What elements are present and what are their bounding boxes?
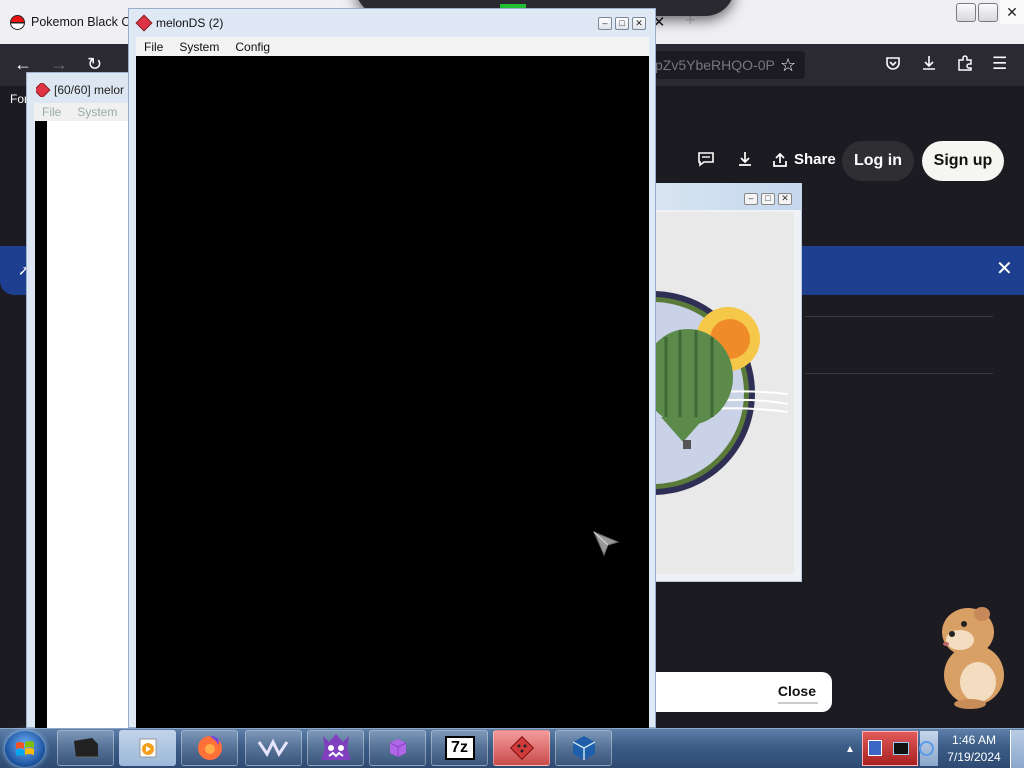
signup-button[interactable]: Sign up (922, 141, 1004, 181)
tab-pokemon[interactable]: Pokemon Black Cl (6, 6, 128, 38)
melonds-close-button[interactable]: ✕ (632, 17, 646, 30)
menu-file[interactable]: File (42, 105, 61, 119)
virtualbox-icon (572, 736, 595, 760)
melonds-small-title: [60/60] melor (54, 83, 125, 97)
share-button[interactable]: Share (772, 151, 836, 168)
melonds-taskbar-icon (509, 735, 534, 761)
melonds-titlebar[interactable]: melonDS (2) (135, 14, 224, 32)
melonds-title: melonDS (2) (156, 16, 224, 30)
download-icon[interactable] (920, 54, 938, 77)
taskbar-melonds[interactable] (493, 730, 550, 766)
taskbar-media-center[interactable] (57, 730, 114, 766)
melonds-minimize-button[interactable]: – (598, 17, 612, 30)
cube-icon (389, 739, 406, 757)
network-icon[interactable] (919, 741, 934, 756)
firefox-icon (197, 736, 222, 760)
share-label: Share (794, 151, 836, 168)
maximize-button[interactable] (978, 3, 998, 22)
system-clock[interactable]: 1:46 AM 7/19/2024 (940, 732, 1008, 766)
taskbar-virtualbox[interactable] (555, 730, 612, 766)
viewer-maximize-button[interactable]: □ (761, 193, 775, 205)
melonds-small-titlebar[interactable]: [60/60] melor (36, 83, 128, 97)
close-button[interactable]: Close (656, 672, 832, 712)
extensions-icon[interactable] (956, 54, 974, 77)
menu-file[interactable]: File (136, 40, 171, 54)
emulator-screen[interactable] (136, 56, 649, 728)
viewer-minimize-button[interactable]: – (744, 193, 758, 205)
viewer-close-button[interactable]: ✕ (778, 193, 792, 205)
melonds-maximize-button[interactable]: □ (615, 17, 629, 30)
pokeball-icon (10, 14, 25, 30)
banner-close-icon[interactable]: ✕ (996, 256, 1013, 281)
share-icon (773, 152, 787, 167)
desktop-pet-hamster[interactable] (930, 600, 1014, 710)
taskbar-game-app[interactable] (307, 730, 364, 766)
taskbar-app-logo[interactable] (245, 730, 302, 766)
game-app-icon (320, 734, 351, 760)
media-center-icon (73, 738, 98, 758)
melonds-small-content (47, 121, 129, 728)
taskbar-firefox[interactable] (181, 730, 238, 766)
menu-system[interactable]: System (171, 40, 227, 54)
comment-icon[interactable] (697, 150, 715, 173)
balloon-image (656, 212, 794, 574)
pocket-icon[interactable] (884, 54, 902, 77)
page-download-icon[interactable] (736, 150, 754, 173)
close-underline (778, 702, 818, 704)
app-logo-icon (257, 738, 288, 757)
show-desktop-button[interactable] (1010, 730, 1024, 768)
divider (805, 316, 993, 317)
7zip-icon: 7z (444, 736, 475, 760)
melonds-menubar: File System Config (136, 37, 649, 56)
menu-config[interactable]: Config (227, 40, 278, 54)
menu-system[interactable]: System (77, 105, 117, 119)
clock-date: 7/19/2024 (947, 750, 1001, 764)
tray-monitor-icon[interactable] (893, 742, 909, 755)
melonds-small-screen (35, 121, 47, 728)
taskbar-media-player[interactable] (119, 730, 176, 766)
melonds-icon (36, 83, 51, 97)
mouse-cursor-icon (592, 530, 620, 561)
window-close-button[interactable]: ✕ (1000, 0, 1024, 24)
media-player-icon (139, 738, 156, 758)
login-button[interactable]: Log in (842, 141, 914, 181)
hamburger-menu-icon[interactable]: ☰ (992, 54, 1007, 74)
tray-expand-icon[interactable]: ▲ (845, 744, 855, 755)
minimize-button[interactable] (956, 3, 976, 22)
tray-app-icon[interactable] (868, 740, 882, 756)
taskbar-cube-app[interactable] (369, 730, 426, 766)
melonds-icon (135, 14, 153, 32)
taskbar-7zip[interactable]: 7z (431, 730, 488, 766)
close-label: Close (777, 683, 816, 699)
tab-title: Pokemon Black Cl (31, 15, 128, 29)
melonds-small-menubar: File System (34, 103, 129, 121)
windows-logo-icon (15, 741, 35, 757)
divider (805, 373, 993, 374)
bookmark-star-icon[interactable]: ☆ (780, 55, 796, 76)
clock-time: 1:46 AM (951, 733, 997, 747)
